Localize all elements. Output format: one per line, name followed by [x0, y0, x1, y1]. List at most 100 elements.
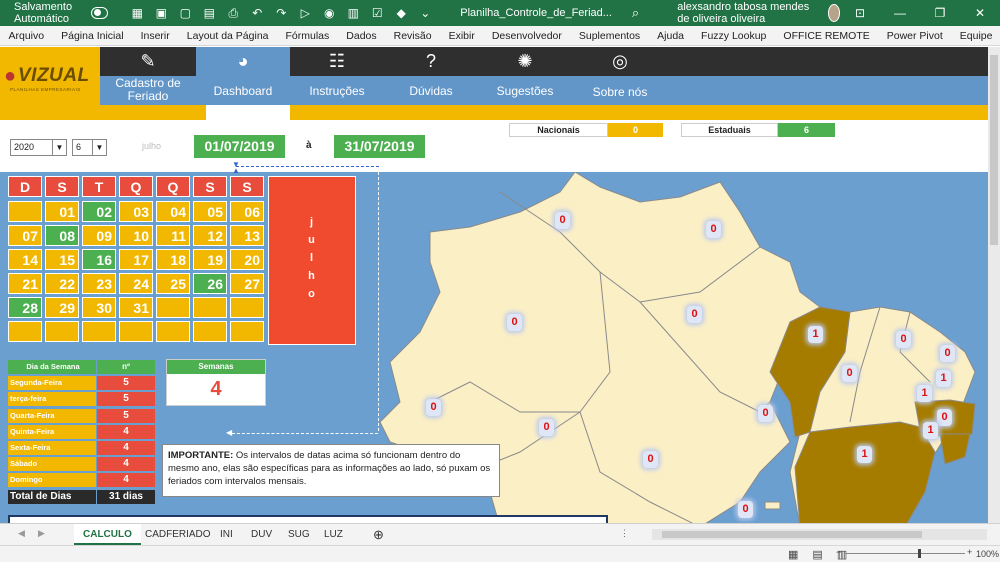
weekday-header: D — [8, 176, 42, 197]
calendar-day — [45, 321, 79, 342]
checkbox-icon[interactable]: ☑ — [370, 6, 384, 21]
sheet-tab-cadferiado[interactable]: CADFERIADO — [136, 524, 220, 545]
calendar-day — [230, 321, 264, 342]
arrow-left-icon: ◀ — [226, 428, 233, 437]
calendar-day: 15 — [45, 249, 79, 270]
active-tab-gap — [206, 105, 290, 120]
bottom-panel — [8, 515, 608, 523]
sheet-tab-sug[interactable]: SUG — [279, 524, 319, 545]
minimize-icon[interactable]: — — [880, 6, 920, 20]
ribbon-tab-fuzzy-lookup[interactable]: Fuzzy Lookup — [693, 30, 775, 42]
zoom-out-icon[interactable]: − — [836, 547, 841, 557]
save-icon[interactable]: ▣ — [154, 6, 168, 21]
map-federal-district — [764, 501, 781, 510]
nav-sobre-nos[interactable]: ◎ Sobre nós — [572, 47, 668, 105]
nav-cadastro-feriado[interactable]: ✎ Cadastro de Feriado — [100, 47, 196, 105]
nav-dashboard[interactable]: ◕ Dashboard — [196, 47, 290, 105]
ribbon-tab-desenvolvedor[interactable]: Desenvolvedor — [483, 30, 570, 42]
weekday-count: 4 — [97, 441, 155, 455]
presenter-icon: ☷ — [328, 51, 346, 71]
more-icon[interactable]: ⌄ — [418, 6, 432, 21]
calendar-day — [119, 321, 153, 342]
prev-sheet-icon[interactable]: ◀ — [18, 528, 25, 539]
avatar[interactable] — [827, 4, 840, 22]
ribbon-tab-revisao[interactable]: Revisão — [385, 30, 440, 42]
nav-duvidas[interactable]: ? Dúvidas — [384, 47, 478, 105]
horizontal-scrollbar[interactable] — [652, 529, 987, 540]
ribbon-tab-layout[interactable]: Layout da Página — [178, 30, 277, 42]
new-icon[interactable]: ▢ — [178, 6, 192, 21]
restore-icon[interactable]: ❐ — [920, 6, 960, 20]
map-badge: 0 — [896, 331, 911, 348]
estaduais-label: Estaduais — [681, 123, 778, 137]
ribbon-display-icon[interactable]: ⊡ — [840, 6, 880, 20]
page-layout-icon[interactable]: ▤ — [812, 548, 822, 561]
ribbon-tab-dados[interactable]: Dados — [338, 30, 385, 42]
calendar-day: 27 — [230, 273, 264, 294]
ribbon-tab-arquivo[interactable]: Arquivo — [0, 30, 53, 42]
zoom-slider[interactable] — [845, 549, 965, 558]
autosave-toggle[interactable] — [91, 7, 109, 19]
scroll-thumb[interactable] — [990, 55, 998, 245]
nav-sugestoes[interactable]: ✺ Sugestões — [478, 47, 572, 105]
hscroll-thumb[interactable] — [662, 531, 922, 538]
chevron-down-icon[interactable]: ▼ — [52, 140, 66, 155]
ribbon-tab-ajuda[interactable]: Ajuda — [649, 30, 693, 42]
sheet-tab-luz[interactable]: LUZ — [315, 524, 352, 545]
estaduais-value: 6 — [778, 123, 835, 137]
ribbon-tab-pagina-inicial[interactable]: Página Inicial — [53, 30, 132, 42]
weekday-row: Total de Dias 31 dias — [8, 489, 156, 505]
ribbon-tab-equipe[interactable]: Equipe — [951, 30, 1000, 42]
calendar-day: 17 — [119, 249, 153, 270]
print-icon[interactable]: ⎙ — [226, 6, 240, 21]
worksheet: ● VIZUAL PLANILHAS EMPRESARIAIS ✎ Cadast… — [0, 47, 988, 523]
calendar-day — [8, 201, 42, 222]
month-dropdown[interactable]: 6 ▼ — [72, 139, 107, 156]
ribbon-tab-exibir[interactable]: Exibir — [440, 30, 483, 42]
form-icon[interactable]: ▥ — [346, 6, 360, 21]
ribbon-tab-power-pivot[interactable]: Power Pivot — [878, 30, 951, 42]
play-icon[interactable]: ▷ — [298, 6, 312, 21]
ribbon-tab-suplementos[interactable]: Suplementos — [570, 30, 648, 42]
autosave-control[interactable]: Salvamento Automático — [14, 1, 109, 25]
sheet-tab-ini[interactable]: INI — [211, 524, 242, 545]
close-icon[interactable]: ✕ — [960, 6, 1000, 20]
add-sheet-icon[interactable]: ⊕ — [364, 524, 393, 545]
zoom-knob[interactable] — [918, 549, 921, 558]
undo-icon[interactable]: ↶ — [250, 6, 264, 21]
redo-icon[interactable]: ↷ — [274, 6, 288, 21]
user-name[interactable]: alexsandro tabosa mendes de oliveira oli… — [677, 1, 820, 25]
sheet-tab-calculo[interactable]: CALCULO — [74, 524, 141, 545]
open-icon[interactable]: ▤ — [202, 6, 216, 21]
ribbon-tab-formulas[interactable]: Fórmulas — [277, 30, 338, 42]
ribbon-tab-inserir[interactable]: Inserir — [132, 30, 178, 42]
zoom-in-icon[interactable]: + — [967, 547, 972, 557]
calendar-day: 09 — [82, 225, 116, 246]
calendar-day: 04 — [156, 201, 190, 222]
map-badge: 0 — [643, 451, 658, 468]
calendar-grid: D S T Q Q S S 01 02 03 04 05 06 07 08 09 10 11 12 13 14 15 16 1… — [8, 176, 266, 345]
normal-view-icon[interactable]: ▦ — [788, 548, 798, 561]
search-icon[interactable]: ⌕ — [632, 5, 639, 21]
year-value: 2020 — [14, 142, 35, 152]
chevron-down-icon[interactable]: ▼ — [92, 140, 106, 155]
excel-icon: ▦ — [131, 5, 143, 20]
nav-instrucoes[interactable]: ☷ Instruções — [290, 47, 384, 105]
vertical-scrollbar[interactable] — [988, 47, 1000, 523]
logo-subtitle: PLANILHAS EMPRESARIAIS — [10, 87, 81, 92]
calendar-day: 24 — [119, 273, 153, 294]
calendar-day: 08 — [45, 225, 79, 246]
sheet-tab-duv[interactable]: DUV — [242, 524, 281, 545]
zoom-level[interactable]: 100% — [976, 549, 999, 559]
weeks-label: Semanas — [167, 360, 265, 374]
calendar-day: 12 — [193, 225, 227, 246]
calendar-day: 06 — [230, 201, 264, 222]
weekday-row: terça-feira 5 — [8, 392, 156, 407]
next-sheet-icon[interactable]: ▶ — [38, 528, 45, 539]
year-dropdown[interactable]: 2020 ▼ — [10, 139, 67, 156]
quick-access-toolbar: ▦ ▣ ▢ ▤ ⎙ ↶ ↷ ▷ ◉ ▥ ☑ ◆ ⌄ — [130, 6, 432, 21]
camera-icon[interactable]: ◉ — [322, 6, 336, 21]
ribbon-tab-office-remote[interactable]: OFFICE REMOTE — [775, 30, 878, 42]
fill-color-icon[interactable]: ◆ — [394, 6, 408, 21]
tab-options-icon[interactable]: ⋮ — [620, 528, 629, 539]
